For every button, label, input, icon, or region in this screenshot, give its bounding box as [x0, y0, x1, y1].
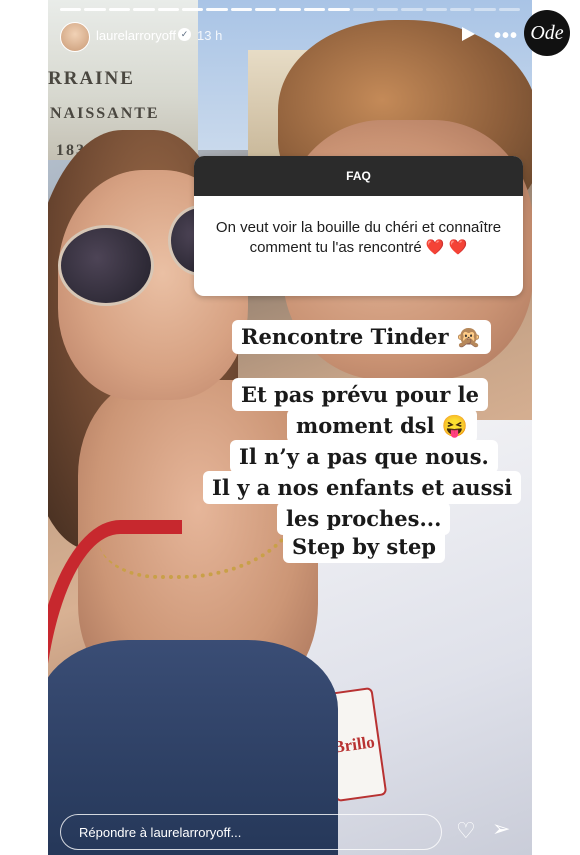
play-icon[interactable]	[462, 27, 475, 41]
text-sticker-5: Il y a nos enfants et aussi	[203, 471, 522, 504]
reply-placeholder: Répondre à laurelarroryoff...	[79, 824, 242, 840]
text-sticker-7: Step by step	[283, 530, 445, 563]
facade-text-1: RRAINE	[48, 68, 135, 89]
question-text: On veut voir la bouille du chéri et conn…	[215, 219, 502, 256]
reply-input[interactable]: Répondre à laurelarroryoff...	[60, 814, 442, 850]
question-sticker[interactable]: FAQ On veut voir la bouille du chéri et …	[194, 156, 523, 296]
text-sticker-4: Il n’y a pas que nous.	[230, 440, 498, 473]
heart-icon[interactable]: ♡	[456, 820, 476, 842]
verified-badge-icon: ✓	[178, 28, 191, 41]
text-sticker-3: moment dsl 😝	[287, 409, 478, 443]
sunglasses-left-lens	[58, 225, 154, 306]
text-sticker-1: Rencontre Tinder 🙊	[232, 320, 492, 354]
story-progress-bar	[60, 8, 521, 11]
send-icon[interactable]: ➢	[492, 818, 510, 840]
watermark-text: Ode	[530, 21, 564, 44]
more-icon[interactable]: •••	[494, 25, 518, 48]
profile-avatar[interactable]	[60, 22, 90, 52]
facade-text-2: NAISSANTE	[50, 105, 160, 122]
text-sticker-2: Et pas prévu pour le	[232, 378, 489, 411]
profile-username[interactable]: laurelarroryoff	[96, 28, 176, 43]
bag-strap	[48, 520, 182, 855]
story-timestamp: 13 h	[197, 28, 223, 43]
watermark-logo: Ode	[524, 10, 570, 56]
question-sticker-header: FAQ	[194, 156, 523, 196]
